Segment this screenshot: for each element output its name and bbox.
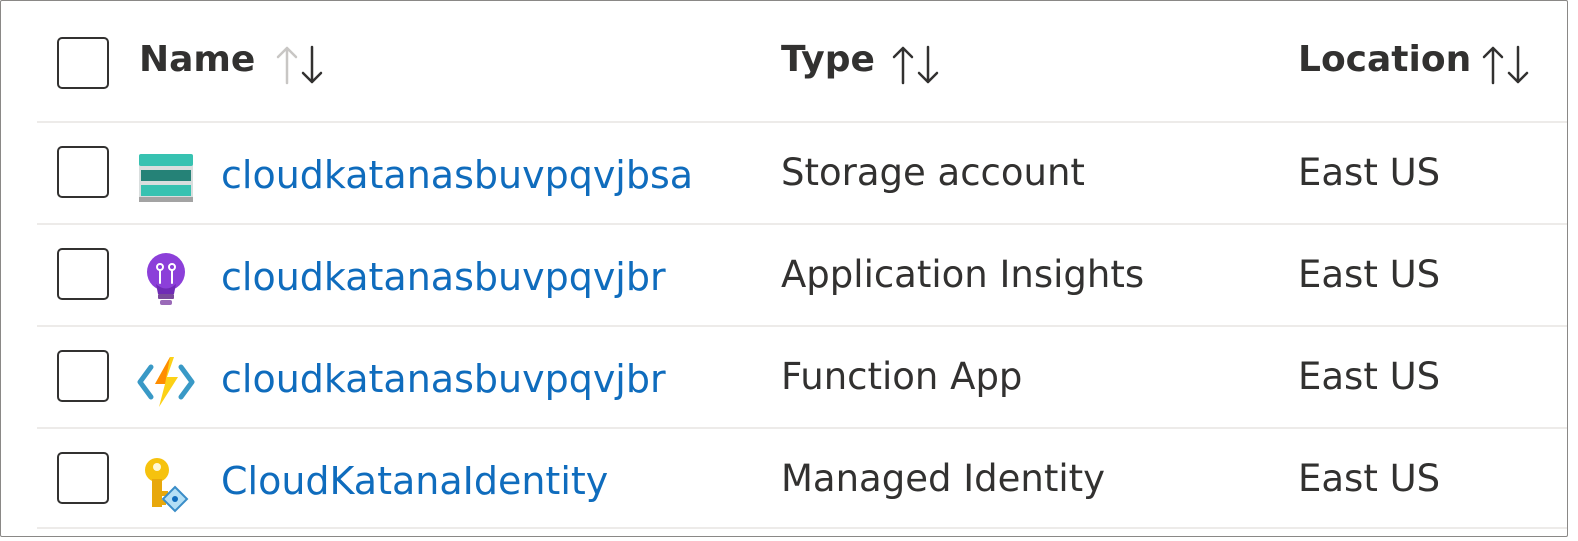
column-header-name[interactable]: Name (139, 39, 323, 85)
function-app-icon (137, 357, 195, 407)
sort-icon[interactable] (889, 43, 943, 87)
column-header-location-label: Location (1298, 39, 1472, 80)
row-checkbox[interactable] (57, 350, 109, 402)
resource-table-panel: Name Type Location cloudkatanasbuvpqvjbs… (0, 0, 1568, 537)
storage-account-icon (139, 154, 193, 202)
resource-type: Application Insights (781, 253, 1145, 296)
resource-name-link[interactable]: cloudkatanasbuvpqvjbr (221, 357, 666, 401)
resource-name-link[interactable]: cloudkatanasbuvpqvjbsa (221, 153, 693, 197)
resource-location: East US (1298, 355, 1441, 398)
sort-icon[interactable] (273, 43, 327, 87)
row-checkbox[interactable] (57, 452, 109, 504)
application-insights-icon (147, 253, 185, 305)
table-header-row: Name Type Location (37, 1, 1567, 123)
column-header-name-label: Name (139, 39, 256, 80)
table-row[interactable]: CloudKatanaIdentity Managed Identity Eas… (37, 429, 1567, 529)
select-all-checkbox[interactable] (57, 37, 109, 89)
managed-identity-icon (145, 458, 189, 513)
table-row[interactable]: cloudkatanasbuvpqvjbr Application Insigh… (37, 225, 1567, 327)
resource-type: Storage account (781, 151, 1085, 194)
column-header-type-label: Type (781, 39, 875, 80)
row-checkbox[interactable] (57, 248, 109, 300)
resource-type: Managed Identity (781, 457, 1106, 500)
sort-icon[interactable] (1479, 43, 1533, 87)
resource-location: East US (1298, 457, 1441, 500)
resource-name-link[interactable]: cloudkatanasbuvpqvjbr (221, 255, 666, 299)
resource-type: Function App (781, 355, 1023, 398)
column-header-type[interactable]: Type (781, 39, 939, 85)
resource-name-link[interactable]: CloudKatanaIdentity (221, 459, 608, 503)
resource-location: East US (1298, 151, 1441, 194)
row-checkbox[interactable] (57, 146, 109, 198)
table-row[interactable]: cloudkatanasbuvpqvjbsa Storage account E… (37, 123, 1567, 225)
resource-location: East US (1298, 253, 1441, 296)
table-row[interactable]: cloudkatanasbuvpqvjbr Function App East … (37, 327, 1567, 429)
column-header-location[interactable]: Location (1298, 39, 1529, 85)
